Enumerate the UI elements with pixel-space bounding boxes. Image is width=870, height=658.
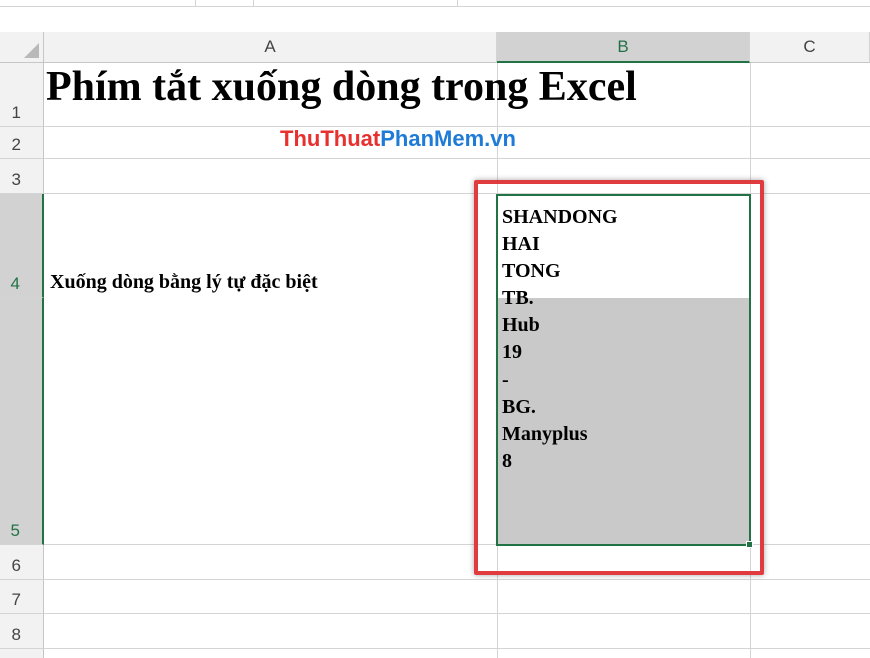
column-header-a[interactable]: A	[44, 32, 497, 63]
column-header-b[interactable]: B	[497, 32, 750, 63]
tab-edge	[195, 0, 196, 7]
brand-part-red: ThuThuat	[280, 126, 381, 151]
highlight-annotation-box	[474, 180, 764, 575]
select-all-button[interactable]	[0, 32, 44, 63]
tab-edge	[253, 0, 254, 7]
select-all-icon	[24, 43, 39, 58]
column-header-c[interactable]: C	[750, 32, 870, 63]
row-header-2[interactable]: 2	[0, 127, 44, 159]
cell-a1-title[interactable]: Phím tắt xuống dòng trong Excel	[46, 66, 766, 108]
brand-part-blue: PhanMem.vn	[380, 126, 516, 151]
row-header-5[interactable]: 5	[0, 298, 44, 545]
gridline	[44, 579, 870, 580]
row-header-4[interactable]: 4	[0, 194, 44, 298]
row-header-7[interactable]: 7	[0, 580, 44, 614]
row-header-8[interactable]: 8	[0, 614, 44, 649]
gridline	[44, 158, 870, 159]
tab-edge	[457, 0, 458, 7]
gridline	[44, 648, 870, 649]
toolbar-strip	[0, 0, 870, 7]
row-header-partial	[0, 649, 44, 658]
cell-a2-brand[interactable]: ThuThuatPhanMem.vn	[46, 128, 750, 150]
gridline	[44, 613, 870, 614]
row-header-6[interactable]: 6	[0, 545, 44, 580]
row-header-3[interactable]: 3	[0, 159, 44, 194]
cell-a4-label[interactable]: Xuống dòng bằng lý tự đặc biệt	[50, 271, 318, 294]
row-header-1[interactable]: 1	[0, 63, 44, 127]
